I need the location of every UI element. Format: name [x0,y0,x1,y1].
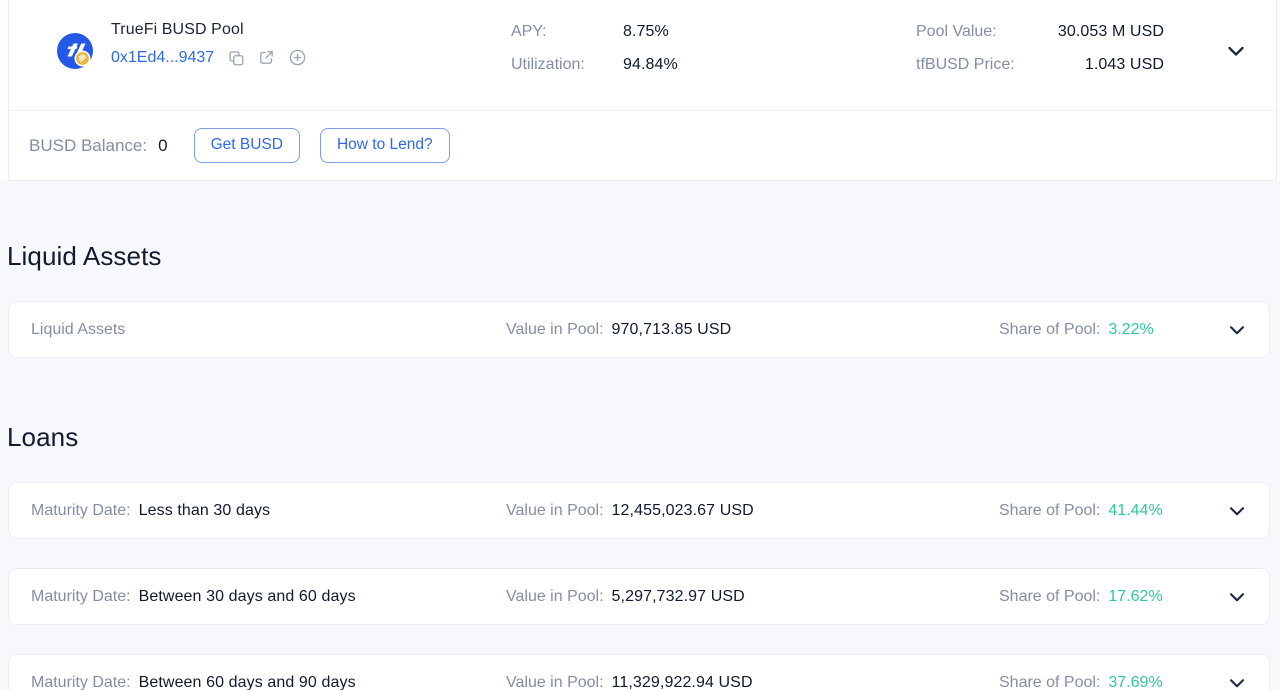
liquid-assets-row[interactable]: Liquid Assets Value in Pool: 970,713.85 … [8,301,1270,358]
tfbusd-price-stat: tfBUSD Price: 1.043 USD [916,48,1164,81]
pool-value-stat: Pool Value: 30.053 M USD [916,15,1164,48]
share-of-pool-value: 41.44% [1108,502,1162,520]
maturity-cell: Maturity Date: Between 30 days and 60 da… [31,588,356,606]
busd-balance-value: 0 [158,136,167,156]
how-to-lend-button[interactable]: How to Lend? [320,128,450,163]
pool-header-area: TrueFi BUSD Pool 0x1Ed4...9437 [0,0,1280,181]
balance-bar: BUSD Balance: 0 Get BUSD How to Lend? [9,111,1276,180]
apy-label: APY: [511,23,623,41]
maturity-date-value: Less than 30 days [139,502,271,520]
maturity-date-value: Between 60 days and 90 days [139,674,356,690]
loan-row[interactable]: Maturity Date: Between 60 days and 90 da… [8,654,1270,690]
share-of-pool-label: Share of Pool: [999,321,1100,339]
liquid-assets-heading: Liquid Assets [7,241,162,271]
apy-value: 8.75% [623,23,669,41]
maturity-cell: Maturity Date: Between 60 days and 90 da… [31,674,356,690]
value-in-pool-label: Value in Pool: [506,321,604,339]
share-of-pool-cell: Share of Pool: 3.22% [999,321,1154,339]
address-line: 0x1Ed4...9437 [111,48,307,67]
tfbusd-price-value: 1.043 USD [1085,56,1164,74]
share-of-pool-label: Share of Pool: [999,588,1100,606]
value-in-pool-value: 12,455,023.67 USD [612,502,754,520]
value-in-pool-value: 5,297,732.97 USD [612,588,745,606]
share-of-pool-cell: Share of Pool: 37.69% [999,674,1163,690]
tfbusd-price-label: tfBUSD Price: [916,56,1015,74]
share-of-pool-value: 37.69% [1108,674,1162,690]
share-of-pool-value: 17.62% [1108,588,1162,606]
pool-title: TrueFi BUSD Pool [111,21,307,39]
value-in-pool-cell: Value in Pool: 11,329,922.94 USD [506,674,753,690]
chevron-down-icon[interactable] [1224,39,1248,68]
value-in-pool-cell: Value in Pool: 5,297,732.97 USD [506,588,745,606]
share-of-pool-cell: Share of Pool: 41.44% [999,502,1163,520]
value-in-pool-label: Value in Pool: [506,674,604,690]
maturity-date-label: Maturity Date: [31,674,131,690]
pool-value-value: 30.053 M USD [1058,23,1164,41]
truefi-logo [56,32,94,70]
value-in-pool-cell: Value in Pool: 12,455,023.67 USD [506,502,754,520]
share-of-pool-label: Share of Pool: [999,674,1100,690]
maturity-date-label: Maturity Date: [31,588,131,606]
maturity-cell: Maturity Date: Less than 30 days [31,502,270,520]
utilization-label: Utilization: [511,56,623,74]
chevron-down-icon[interactable] [1226,319,1248,341]
share-of-pool-cell: Share of Pool: 17.62% [999,588,1163,606]
maturity-date-label: Maturity Date: [31,502,131,520]
loan-row[interactable]: Maturity Date: Less than 30 days Value i… [8,482,1270,539]
value-in-pool-value: 970,713.85 USD [612,321,732,339]
plus-circle-icon[interactable] [288,48,307,67]
utilization-stat: Utilization: 94.84% [511,48,771,81]
liquid-assets-row-label: Liquid Assets [31,321,125,339]
loans-heading: Loans [7,422,78,452]
pool-summary-card: TrueFi BUSD Pool 0x1Ed4...9437 [8,0,1277,181]
pool-stats-left: APY: 8.75% Utilization: 94.84% [511,15,771,81]
get-busd-button[interactable]: Get BUSD [194,128,300,163]
value-in-pool-label: Value in Pool: [506,502,604,520]
pool-value-label: Pool Value: [916,23,997,41]
chevron-down-icon[interactable] [1226,672,1248,690]
pool-identity: TrueFi BUSD Pool 0x1Ed4...9437 [111,21,307,67]
value-in-pool-value: 11,329,922.94 USD [612,674,753,690]
chevron-down-icon[interactable] [1226,586,1248,608]
pool-address-link[interactable]: 0x1Ed4...9437 [111,49,214,67]
value-in-pool-label: Value in Pool: [506,588,604,606]
pool-stats-right: Pool Value: 30.053 M USD tfBUSD Price: 1… [916,15,1164,81]
utilization-value: 94.84% [623,56,678,74]
chevron-down-icon[interactable] [1226,500,1248,522]
external-link-icon[interactable] [258,49,275,66]
share-of-pool-value: 3.22% [1108,321,1153,339]
value-in-pool-cell: Value in Pool: 970,713.85 USD [506,321,731,339]
pool-header-row: TrueFi BUSD Pool 0x1Ed4...9437 [9,0,1276,111]
copy-icon[interactable] [227,49,245,67]
loan-row[interactable]: Maturity Date: Between 30 days and 60 da… [8,568,1270,625]
maturity-date-value: Between 30 days and 60 days [139,588,356,606]
apy-stat: APY: 8.75% [511,15,771,48]
share-of-pool-label: Share of Pool: [999,502,1100,520]
busd-balance-label: BUSD Balance: [29,136,147,156]
